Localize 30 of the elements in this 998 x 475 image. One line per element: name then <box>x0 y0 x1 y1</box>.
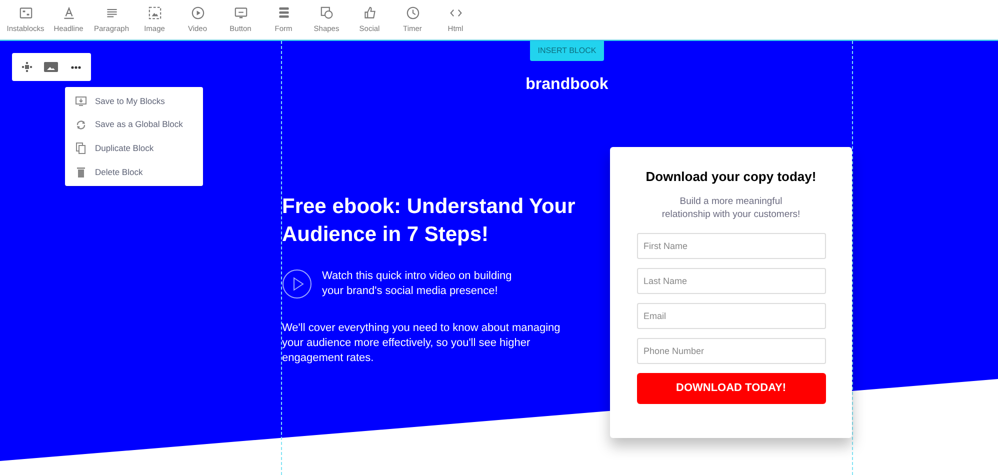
menu-item[interactable]: Save to My Blocks <box>65 94 203 108</box>
monitor-icon <box>75 94 87 107</box>
input-field[interactable]: Email <box>636 302 826 328</box>
thumbs-up-icon <box>362 5 378 21</box>
form-subtitle: Build a more meaningful relationship with your customers! <box>660 194 802 220</box>
play-icon <box>190 5 206 21</box>
download-button[interactable]: DOWNLOAD TODAY! <box>636 372 826 404</box>
blocks-icon <box>18 5 34 21</box>
clock-icon <box>404 5 420 21</box>
more-icon[interactable] <box>70 66 81 68</box>
menu-item[interactable]: Save as a Global Block <box>65 118 203 131</box>
form-title: Download your copy today! <box>646 168 816 186</box>
move-icon[interactable] <box>22 62 32 72</box>
brand-logo: brandbook <box>526 75 608 95</box>
shapes-icon <box>318 5 334 21</box>
input-field[interactable]: Phone Number <box>636 338 826 364</box>
sync-icon <box>75 118 87 131</box>
trash-icon <box>75 166 87 178</box>
play-icon[interactable] <box>282 269 312 299</box>
body-text: We'll cover everything you need to know about managing your audience more effectively, so you'll see higher engagement rates. <box>282 321 562 366</box>
video-caption: Watch this quick intro video on building your brand's social media presence! <box>322 269 513 299</box>
insert-block-button[interactable]: INSERT BLOCK <box>530 41 604 61</box>
menu-item[interactable]: Delete Block <box>65 166 203 178</box>
image-icon[interactable] <box>44 62 58 72</box>
image-icon <box>146 5 162 21</box>
menu-item[interactable]: Duplicate Block <box>65 142 203 155</box>
headline: Free ebook: Understand Your Audience in 7 Steps! <box>282 194 576 248</box>
copy-icon <box>75 142 87 154</box>
input-field[interactable]: First Name <box>636 232 826 258</box>
input-field[interactable]: Last Name <box>636 268 826 294</box>
